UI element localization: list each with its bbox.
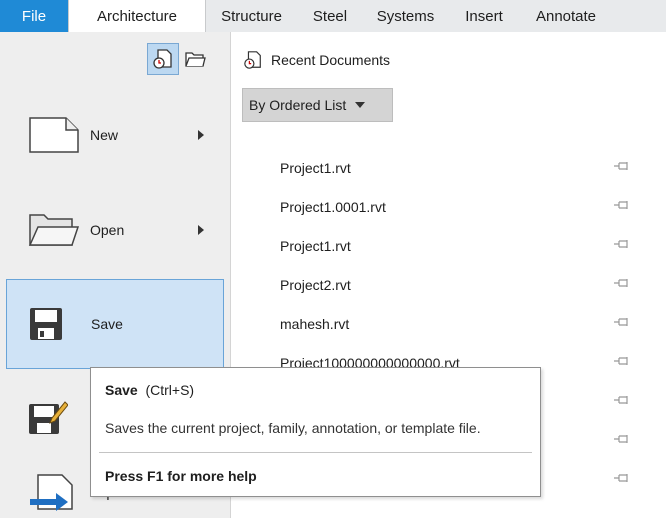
submenu-arrow-icon — [198, 130, 204, 140]
ribbon-tab-bar: File Architecture Structure Steel System… — [0, 0, 666, 32]
recent-view-toggle — [147, 43, 211, 75]
tooltip-command: Save — [105, 382, 138, 398]
sort-order-dropdown[interactable]: By Ordered List — [242, 88, 393, 122]
menu-item-open[interactable]: Open — [6, 185, 224, 275]
menu-item-label: New — [90, 127, 119, 143]
recent-documents-icon — [153, 49, 172, 69]
list-item[interactable]: Project2.rvt — [232, 265, 666, 304]
open-documents-icon — [185, 52, 206, 67]
tooltip-description: Saves the current project, family, annot… — [105, 420, 481, 436]
tooltip-divider — [99, 452, 532, 453]
document-name: Project1.0001.rvt — [280, 199, 386, 215]
pin-icon[interactable] — [614, 161, 630, 171]
save-floppy-icon — [30, 308, 62, 340]
pin-icon[interactable] — [614, 473, 630, 483]
tab-systems[interactable]: Systems — [363, 0, 448, 32]
recent-documents-view-button[interactable] — [147, 43, 179, 75]
open-folder-icon — [28, 214, 80, 246]
list-item[interactable]: mahesh.rvt — [232, 304, 666, 343]
menu-item-label: Save — [91, 316, 123, 332]
document-name: Project1.rvt — [280, 160, 351, 176]
save-tooltip: Save (Ctrl+S) Saves the current project,… — [90, 367, 541, 497]
document-name: mahesh.rvt — [280, 316, 350, 332]
menu-item-label: Open — [90, 222, 125, 238]
menu-item-new[interactable]: New — [6, 90, 224, 180]
menu-item-save[interactable]: Save — [6, 279, 224, 369]
save-as-floppy-pencil-icon — [29, 401, 68, 434]
list-item[interactable]: Project1.0001.rvt — [232, 187, 666, 226]
tab-steel[interactable]: Steel — [297, 0, 363, 32]
list-item[interactable]: Project1.rvt — [232, 148, 666, 187]
tooltip-help: Press F1 for more help — [105, 468, 257, 484]
tab-structure[interactable]: Structure — [206, 0, 297, 32]
open-documents-view-button[interactable] — [179, 43, 211, 75]
recent-documents-header: Recent Documents — [243, 50, 390, 70]
pin-icon[interactable] — [614, 278, 630, 288]
document-name: Project1.rvt — [280, 238, 351, 254]
document-name: Project2.rvt — [280, 277, 351, 293]
sort-order-value: By Ordered List — [249, 97, 347, 113]
pin-icon[interactable] — [614, 200, 630, 210]
tooltip-title: Save (Ctrl+S) — [105, 382, 194, 398]
recent-documents-icon — [244, 51, 261, 69]
submenu-arrow-icon — [198, 225, 204, 235]
pin-icon[interactable] — [614, 356, 630, 366]
recent-documents-title: Recent Documents — [271, 52, 391, 68]
chevron-down-icon — [355, 102, 366, 108]
pin-icon[interactable] — [614, 395, 630, 405]
new-document-icon — [29, 117, 79, 153]
tab-insert[interactable]: Insert — [448, 0, 520, 32]
pin-icon[interactable] — [614, 317, 630, 327]
tab-annotate[interactable]: Annotate — [520, 0, 612, 32]
tab-architecture[interactable]: Architecture — [68, 0, 206, 32]
tooltip-shortcut: (Ctrl+S) — [145, 382, 195, 398]
pin-icon[interactable] — [614, 434, 630, 444]
list-item[interactable]: Project1.rvt — [232, 226, 666, 265]
tab-file[interactable]: File — [0, 0, 68, 32]
pin-icon[interactable] — [614, 239, 630, 249]
export-icon — [30, 474, 73, 511]
